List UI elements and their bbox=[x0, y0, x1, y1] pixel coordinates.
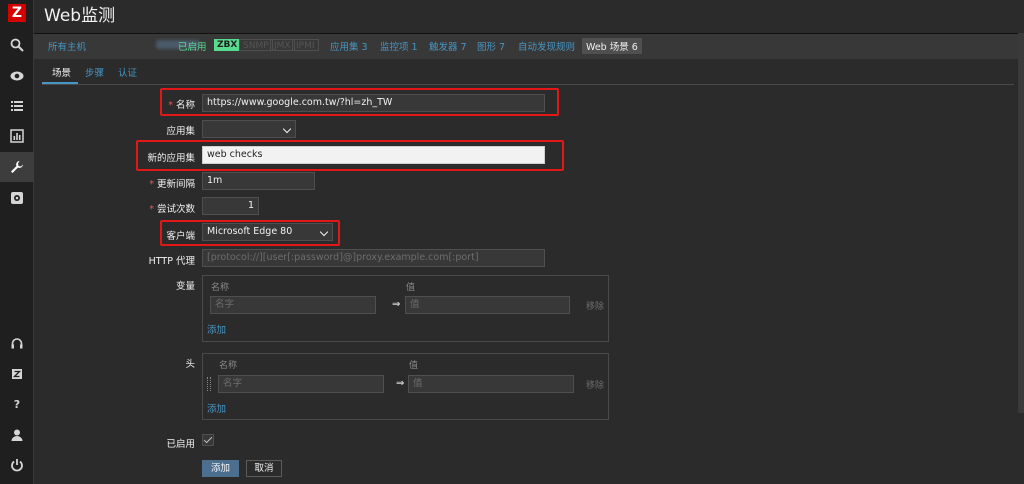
host-navbar: 所有主机 已启用 ZBX SNMP JMX IPMI 应用集 3 监控项 1 触… bbox=[34, 33, 1024, 59]
page-scrollbar[interactable] bbox=[1018, 33, 1024, 413]
tab-scenario[interactable]: 场景 bbox=[52, 65, 71, 79]
power-icon[interactable] bbox=[0, 450, 34, 480]
add-button[interactable]: 添加 bbox=[202, 460, 239, 477]
nav-applications[interactable]: 应用集 3 bbox=[330, 39, 368, 53]
header-name-input[interactable]: 名字 bbox=[218, 375, 384, 393]
variables-col-name: 名称 bbox=[211, 283, 230, 293]
search-icon[interactable] bbox=[0, 30, 34, 60]
update-interval-input[interactable]: 1m bbox=[202, 172, 315, 190]
cancel-button[interactable]: 取消 bbox=[246, 460, 282, 477]
zabbix-share-icon[interactable] bbox=[0, 359, 34, 389]
variable-remove-button[interactable]: 移除 bbox=[586, 299, 604, 312]
eye-icon[interactable] bbox=[0, 61, 34, 91]
nav-discovery-rules[interactable]: 自动发现规则 bbox=[518, 39, 575, 53]
nav-all-hosts[interactable]: 所有主机 bbox=[48, 39, 86, 53]
headers-table: 名称 值 名字 ⇒ 值 移除 添加 bbox=[202, 353, 609, 420]
variables-table: 名称 值 名字 ⇒ 值 移除 添加 bbox=[202, 275, 609, 342]
attempts-label-text: 尝试次数 bbox=[156, 204, 195, 215]
attempts-input[interactable]: 1 bbox=[202, 197, 259, 215]
variables-col-value: 值 bbox=[406, 283, 416, 293]
enabled-label: 已启用 bbox=[166, 439, 195, 450]
chevron-down-icon bbox=[282, 124, 292, 134]
nav-triggers[interactable]: 触发器 7 bbox=[429, 39, 467, 53]
ipmi-availability-badge: IPMI bbox=[292, 39, 319, 51]
application-label: 应用集 bbox=[166, 126, 195, 137]
arrow-right-icon: ⇒ bbox=[396, 378, 405, 389]
agent-select[interactable]: Microsoft Edge 80 bbox=[202, 223, 333, 241]
jmx-availability-badge: JMX bbox=[270, 39, 295, 51]
nav-enabled-status: 已启用 bbox=[178, 42, 207, 53]
headers-col-value: 值 bbox=[409, 361, 419, 371]
update-interval-label-text: 更新间隔 bbox=[156, 179, 195, 190]
http-proxy-label: HTTP 代理 bbox=[148, 256, 195, 267]
user-icon[interactable] bbox=[0, 420, 34, 450]
page-title: Web监测 bbox=[44, 6, 116, 26]
zbx-availability-badge: ZBX bbox=[214, 39, 241, 51]
nav-graphs[interactable]: 图形 7 bbox=[477, 39, 505, 53]
required-marker: * bbox=[149, 179, 154, 190]
drag-handle-icon[interactable] bbox=[207, 377, 211, 391]
nav-web-scenarios[interactable]: Web 场景 6 bbox=[582, 38, 642, 54]
header-value-input[interactable]: 值 bbox=[408, 375, 574, 393]
variable-value-input[interactable]: 值 bbox=[405, 296, 570, 314]
variable-name-input[interactable]: 名字 bbox=[210, 296, 376, 314]
http-proxy-input[interactable]: [protocol://][user[:password]@]proxy.exa… bbox=[202, 249, 545, 267]
required-marker: * bbox=[149, 204, 154, 215]
tab-divider bbox=[42, 84, 1014, 85]
tab-steps[interactable]: 步骤 bbox=[85, 65, 104, 79]
list-icon[interactable] bbox=[0, 91, 34, 121]
enabled-checkbox[interactable] bbox=[202, 434, 214, 446]
chart-icon[interactable] bbox=[0, 121, 34, 151]
chevron-down-icon bbox=[319, 227, 329, 237]
headers-label: 头 bbox=[185, 359, 195, 370]
update-interval-label: * 更新间隔 bbox=[149, 176, 195, 190]
snmp-availability-badge: SNMP bbox=[239, 39, 273, 51]
headset-icon[interactable] bbox=[0, 329, 34, 359]
variable-add-link[interactable]: 添加 bbox=[207, 322, 226, 336]
tab-authentication[interactable]: 认证 bbox=[118, 65, 137, 79]
nav-items[interactable]: 监控项 1 bbox=[380, 39, 418, 53]
wrench-icon[interactable] bbox=[0, 152, 34, 182]
application-select[interactable] bbox=[202, 120, 296, 138]
agent-select-value: Microsoft Edge 80 bbox=[207, 226, 293, 237]
name-input[interactable]: https://www.google.com.tw/?hl=zh_TW bbox=[202, 94, 545, 112]
agent-label: 客户端 bbox=[166, 231, 195, 242]
header-remove-button[interactable]: 移除 bbox=[586, 378, 604, 391]
variables-label: 变量 bbox=[175, 281, 195, 292]
name-label: * 名称 bbox=[168, 97, 195, 111]
name-label-text: 名称 bbox=[175, 100, 195, 111]
help-icon[interactable]: ? bbox=[0, 389, 34, 419]
zabbix-logo-icon[interactable]: Z bbox=[8, 4, 26, 22]
attempts-label: * 尝试次数 bbox=[149, 201, 195, 215]
sidebar: Z ? bbox=[0, 0, 34, 484]
required-marker: * bbox=[168, 100, 173, 111]
new-application-label: 新的应用集 bbox=[147, 153, 195, 164]
arrow-right-icon: ⇒ bbox=[392, 299, 401, 310]
new-application-input[interactable]: web checks bbox=[202, 146, 545, 164]
header-add-link[interactable]: 添加 bbox=[207, 401, 226, 415]
gear-icon[interactable] bbox=[0, 183, 34, 213]
headers-col-name: 名称 bbox=[219, 361, 238, 371]
